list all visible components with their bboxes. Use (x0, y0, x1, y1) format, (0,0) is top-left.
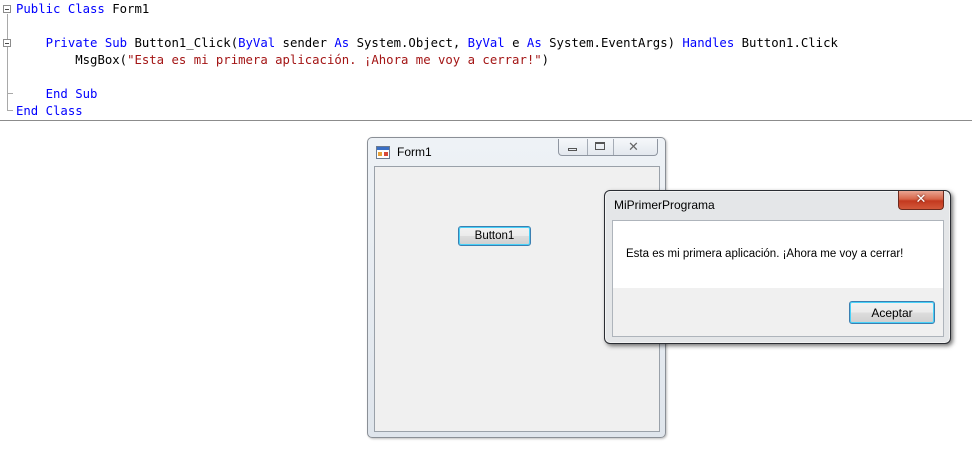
collapse-sub-icon[interactable] (3, 39, 11, 47)
aceptar-button[interactable]: Aceptar (849, 301, 935, 324)
keyword: Handles (682, 36, 735, 50)
message-box-dialog[interactable]: MiPrimerPrograma ✕ Esta es mi primera ap… (604, 190, 951, 344)
keyword: End Sub (45, 87, 98, 101)
code-text: sender (275, 36, 335, 50)
code-editor[interactable]: Public Class Form1 Private Sub Button1_C… (0, 0, 972, 122)
caption-buttons: ✕ (558, 139, 658, 156)
fold-guide-class (7, 14, 8, 110)
form-app-icon (376, 146, 390, 159)
message-box-title: MiPrimerPrograma (614, 198, 715, 212)
string-literal: "Esta es mi primera aplicación. ¡Ahora m… (127, 53, 542, 67)
message-box-close-button[interactable]: ✕ (898, 191, 944, 210)
code-text: Button1.Click (734, 36, 838, 50)
keyword: ByVal (238, 36, 276, 50)
form1-title: Form1 (397, 145, 432, 159)
code-text: System.EventArgs) (541, 36, 683, 50)
code-text: ) (541, 53, 550, 67)
code-line-sub-decl[interactable]: Private Sub Button1_Click(ByVal sender A… (16, 35, 838, 52)
form1-titlebar[interactable]: Form1 ✕ (368, 138, 665, 166)
editor-bottom-separator (0, 120, 972, 121)
code-text: MsgBox( (75, 53, 128, 67)
keyword: ByVal (467, 36, 505, 50)
maximize-icon (595, 142, 605, 150)
keyword: As (526, 36, 542, 50)
code-line-end-class[interactable]: End Class (16, 103, 83, 120)
keyword: Public Class (16, 2, 105, 16)
close-icon: ✕ (915, 192, 927, 207)
minimize-icon (568, 148, 577, 151)
close-icon: ✕ (628, 139, 639, 154)
form1-close-button[interactable]: ✕ (613, 139, 657, 155)
code-line-msgbox[interactable]: MsgBox("Esta es mi primera aplicación. ¡… (16, 52, 549, 69)
code-line-class-decl[interactable]: Public Class Form1 (16, 1, 149, 18)
keyword: End Class (16, 104, 83, 118)
keyword: As (334, 36, 350, 50)
message-area: Esta es mi primera aplicación. ¡Ahora me… (613, 221, 943, 288)
minimize-button[interactable] (559, 139, 588, 155)
code-text: Button1_Click( (127, 36, 239, 50)
maximize-button[interactable] (587, 139, 614, 155)
code-text: e (504, 36, 527, 50)
collapse-class-icon[interactable] (3, 5, 11, 13)
fold-end-sub (7, 93, 13, 94)
message-text: Esta es mi primera aplicación. ¡Ahora me… (626, 248, 904, 260)
message-box-body: Esta es mi primera aplicación. ¡Ahora me… (612, 220, 944, 337)
code-line-end-sub[interactable]: End Sub (16, 86, 98, 103)
button1[interactable]: Button1 (458, 226, 531, 246)
fold-end-class (7, 110, 13, 111)
code-text: System.Object, (349, 36, 468, 50)
identifier: Form1 (104, 2, 150, 16)
keyword: Private Sub (45, 36, 128, 50)
